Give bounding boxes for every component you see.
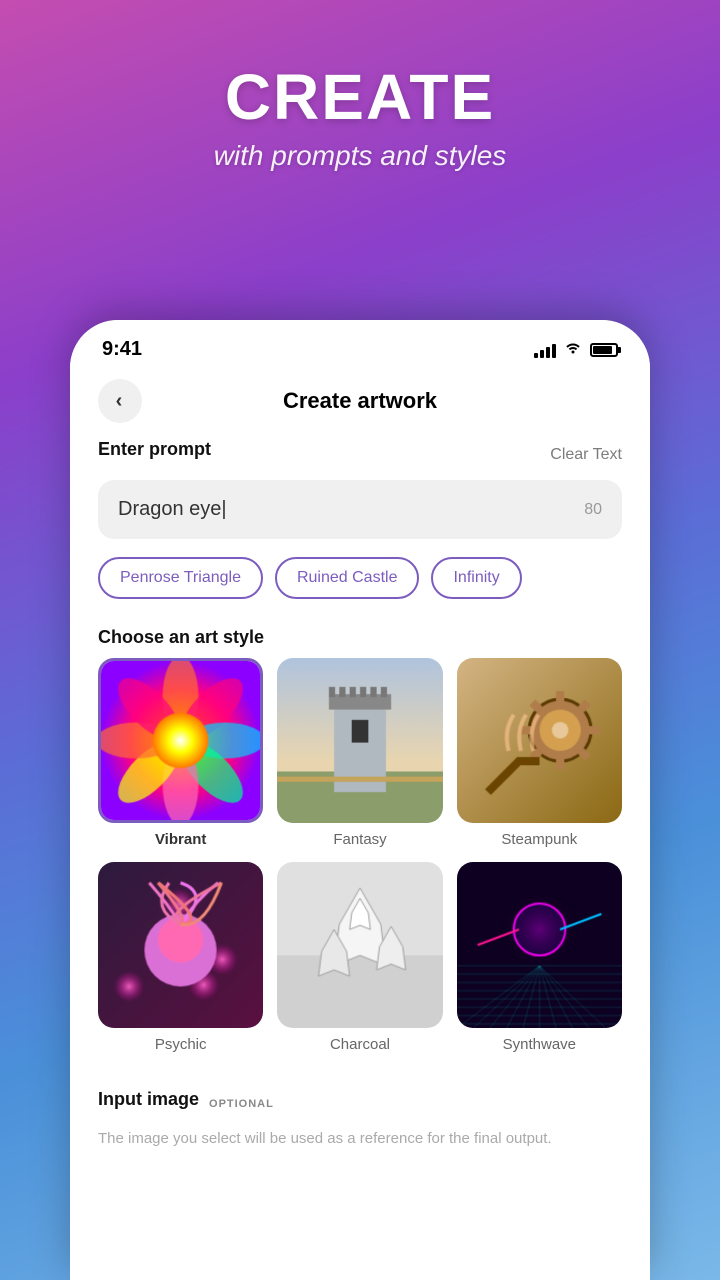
signal-icon <box>534 342 556 358</box>
status-time: 9:41 <box>102 338 142 361</box>
art-style-thumbnail-vibrant <box>101 661 260 820</box>
status-bar: 9:41 <box>70 320 650 371</box>
optional-badge: OPTIONAL <box>209 1098 274 1110</box>
char-count: 80 <box>584 501 602 519</box>
prompt-value: Dragon eye| <box>118 498 227 521</box>
art-style-label-charcoal: Charcoal <box>330 1036 390 1053</box>
clear-text-button[interactable]: Clear Text <box>550 446 622 464</box>
art-style-steampunk[interactable]: Steampunk <box>457 658 622 848</box>
chip-ruined[interactable]: Ruined Castle <box>275 557 420 599</box>
art-style-synthwave[interactable]: Synthwave <box>457 862 622 1052</box>
art-style-thumbnail-synthwave <box>457 862 622 1027</box>
battery-icon <box>590 343 618 357</box>
back-button[interactable]: ‹ <box>98 379 142 423</box>
nav-title: Create artwork <box>142 388 578 414</box>
nav-bar: ‹ Create artwork <box>70 371 650 439</box>
art-style-psychic[interactable]: Psychic <box>98 862 263 1052</box>
art-style-label-synthwave: Synthwave <box>503 1036 576 1053</box>
art-style-label-steampunk: Steampunk <box>501 831 577 848</box>
art-style-thumbnail-charcoal <box>277 862 442 1027</box>
art-style-label-psychic: Psychic <box>155 1036 207 1053</box>
art-style-thumbnail-psychic <box>98 862 263 1027</box>
art-style-charcoal[interactable]: Charcoal <box>277 862 442 1052</box>
art-style-thumbnail-steampunk <box>457 658 622 823</box>
phone-frame: 9:41 ‹ Create artwork Enter prompt <box>70 320 650 1280</box>
art-style-label-vibrant: Vibrant <box>155 831 206 848</box>
status-icons <box>534 340 618 359</box>
art-style-thumbnail-fantasy <box>277 658 442 823</box>
art-style-label-fantasy: Fantasy <box>333 831 386 848</box>
suggestion-chips: Penrose Triangle Ruined Castle Infinity <box>98 557 622 599</box>
input-image-description: The image you select will be used as a r… <box>98 1128 622 1151</box>
input-image-section: Input image OPTIONAL The image you selec… <box>98 1073 622 1175</box>
art-style-vibrant[interactable]: Vibrant <box>98 658 263 848</box>
hero-title: CREATE <box>0 60 720 134</box>
prompt-label: Enter prompt <box>98 439 211 460</box>
main-content: Enter prompt Clear Text Dragon eye| 80 P… <box>70 439 650 1269</box>
chip-penrose[interactable]: Penrose Triangle <box>98 557 263 599</box>
art-style-grid: Vibrant Fantasy Steampunk Psychic Charcoal Sy… <box>98 658 622 1053</box>
wifi-icon <box>564 340 582 359</box>
art-style-section: Choose an art style Vibrant Fantasy Steamp… <box>98 627 622 1053</box>
chip-infinity[interactable]: Infinity <box>431 557 521 599</box>
art-style-label: Choose an art style <box>98 627 622 648</box>
hero-subtitle: with prompts and styles <box>0 140 720 172</box>
art-style-fantasy[interactable]: Fantasy <box>277 658 442 848</box>
prompt-input[interactable]: Dragon eye| 80 <box>98 480 622 539</box>
input-image-label: Input image <box>98 1089 199 1110</box>
back-chevron-icon: ‹ <box>116 390 123 413</box>
